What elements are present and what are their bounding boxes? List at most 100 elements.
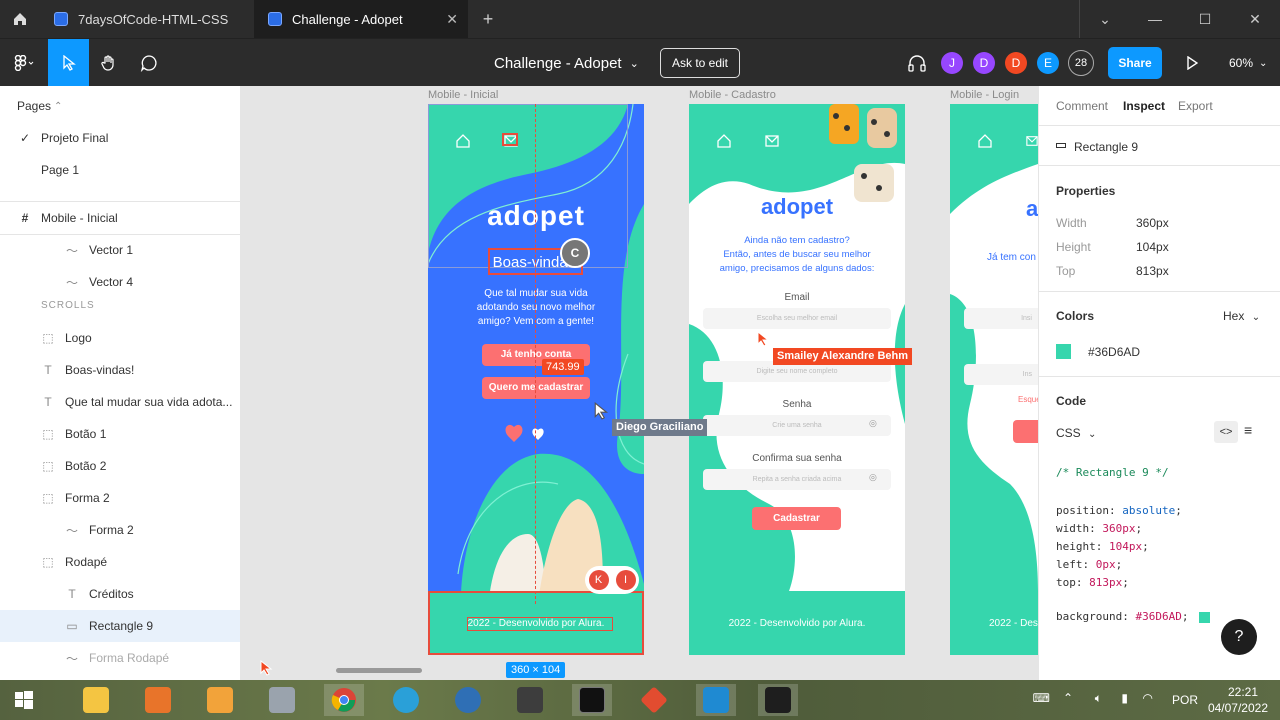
- design-canvas[interactable]: Mobile - Inicial Mobile - Cadastro Mobil…: [241, 86, 1038, 680]
- frame-label[interactable]: Mobile - Cadastro: [689, 89, 776, 101]
- divider: [1039, 376, 1280, 377]
- outlook-icon[interactable]: [200, 684, 240, 716]
- present-button[interactable]: [1180, 39, 1204, 87]
- code-language-select[interactable]: CSS ⌄: [1056, 426, 1096, 440]
- avatar: I: [615, 570, 636, 590]
- tab-7days[interactable]: 7daysOfCode-HTML-CSS: [40, 0, 254, 38]
- cursor-icon: [62, 55, 76, 71]
- comment-thread-pin[interactable]: K I: [585, 566, 639, 594]
- close-window-icon[interactable]: ✕: [1230, 0, 1280, 38]
- frame-mobile-cadastro[interactable]: adopet Ainda não tem cadastro? Então, an…: [689, 104, 905, 655]
- frame-mobile-login[interactable]: ado Já tem con Insi Ins Esque 2022 - Des: [950, 104, 1038, 655]
- document-title[interactable]: Challenge - Adopet ⌄: [494, 39, 639, 87]
- page-label: Projeto Final: [41, 131, 109, 145]
- calculator-icon[interactable]: [262, 684, 302, 716]
- layer-item[interactable]: T Que tal mudar sua vida adota...: [0, 386, 240, 418]
- home-icon[interactable]: [0, 0, 40, 38]
- tab-export[interactable]: Export: [1178, 99, 1213, 113]
- layer-item[interactable]: 〜 Forma Rodapé: [0, 642, 240, 674]
- ask-to-edit-button[interactable]: Ask to edit: [660, 48, 740, 78]
- rectangle-icon: [1056, 143, 1066, 148]
- layer-item[interactable]: 〜 Forma 2: [0, 514, 240, 546]
- sublime-text-icon[interactable]: [510, 684, 550, 716]
- browser-app-icon[interactable]: [448, 684, 488, 716]
- layer-item[interactable]: ⬚ Forma 2: [0, 482, 240, 514]
- horizontal-scrollbar[interactable]: [336, 668, 422, 673]
- wifi-icon[interactable]: ◠: [1143, 691, 1153, 705]
- chevron-up-icon[interactable]: ⌃: [1063, 691, 1073, 705]
- color-format-select[interactable]: Hex ⌄: [1223, 309, 1260, 323]
- edge-icon[interactable]: [386, 684, 426, 716]
- windows-taskbar: ⌨ ⌃ 🔈︎ ▮ ◠ POR 22:21 04/07/2022: [0, 680, 1280, 720]
- chrome-icon[interactable]: [324, 684, 364, 716]
- minimize-icon[interactable]: —: [1130, 0, 1180, 38]
- collaborator-count[interactable]: 28: [1068, 50, 1094, 76]
- page-item[interactable]: Page 1: [0, 154, 240, 186]
- chevron-down-icon[interactable]: ⌄: [1080, 0, 1130, 38]
- prop-value[interactable]: 813px: [1136, 264, 1169, 278]
- list-view-icon[interactable]: ≡: [1244, 422, 1252, 438]
- avatar[interactable]: D: [973, 52, 995, 74]
- audio-headphones-icon[interactable]: [904, 39, 930, 87]
- comment-pin[interactable]: C: [560, 238, 590, 268]
- play-icon: [1187, 56, 1198, 70]
- close-tab-icon[interactable]: ✕: [446, 11, 458, 28]
- git-icon[interactable]: [634, 684, 674, 716]
- frame-label[interactable]: Mobile - Inicial: [428, 89, 498, 101]
- window-controls: ⌄ — ☐ ✕: [1080, 0, 1280, 38]
- layer-frame[interactable]: # Mobile - Inicial: [0, 202, 240, 234]
- keyboard-icon[interactable]: ⌨: [1033, 691, 1050, 705]
- volume-icon[interactable]: 🔈︎: [1095, 691, 1102, 706]
- vscode-icon[interactable]: [696, 684, 736, 716]
- intro-line: amigo? Vem com a gente!: [477, 316, 595, 327]
- avatar[interactable]: E: [1037, 52, 1059, 74]
- clock-date[interactable]: 04/07/2022: [1208, 701, 1268, 715]
- color-swatch[interactable]: [1056, 344, 1071, 359]
- media-app-icon[interactable]: [138, 684, 178, 716]
- new-tab-button[interactable]: +: [468, 9, 508, 30]
- frame-label[interactable]: Mobile - Login: [950, 89, 1019, 101]
- figma-menu-button[interactable]: [0, 39, 48, 87]
- language-indicator[interactable]: POR: [1172, 693, 1198, 707]
- code-line: width: 360px;: [1056, 522, 1143, 535]
- layer-item[interactable]: ⬚ Botão 2: [0, 450, 240, 482]
- color-hex-value[interactable]: #36D6AD: [1088, 345, 1140, 359]
- windows-start-icon[interactable]: [4, 684, 44, 716]
- logo-text: ado: [1026, 196, 1038, 221]
- hand-tool-button[interactable]: [89, 39, 129, 87]
- layer-item[interactable]: ⬚ Rodapé: [0, 546, 240, 578]
- avatar[interactable]: D: [1005, 52, 1027, 74]
- page-item[interactable]: ✓ Projeto Final: [0, 122, 240, 154]
- move-tool-button[interactable]: [48, 39, 89, 87]
- avatar[interactable]: J: [941, 52, 963, 74]
- layer-item[interactable]: T Créditos: [0, 578, 240, 610]
- pages-header[interactable]: Pages ⌃: [0, 90, 240, 122]
- layer-item[interactable]: ▭ Rectangle 9: [0, 610, 240, 642]
- code-view-icon[interactable]: <>: [1214, 421, 1238, 443]
- prop-value[interactable]: 104px: [1136, 240, 1169, 254]
- layer-item[interactable]: 〜 Vector 4: [0, 266, 240, 298]
- code-value: absolute: [1122, 504, 1176, 517]
- help-button[interactable]: ?: [1221, 619, 1257, 655]
- comment-tool-button[interactable]: [129, 39, 169, 87]
- share-button[interactable]: Share: [1108, 47, 1162, 79]
- layer-item[interactable]: ⬚ Botão 1: [0, 418, 240, 450]
- clock-time[interactable]: 22:21: [1228, 685, 1258, 699]
- mail-selection-box: [502, 133, 518, 146]
- figma-app-icon[interactable]: [758, 684, 798, 716]
- layer-item[interactable]: T Boas-vindas!: [0, 354, 240, 386]
- code-prop: left: [1056, 558, 1083, 571]
- tab-challenge[interactable]: Challenge - Adopet ✕: [254, 0, 468, 38]
- zoom-control[interactable]: 60% ⌄: [1229, 39, 1267, 87]
- file-explorer-icon[interactable]: [76, 684, 116, 716]
- maximize-icon[interactable]: ☐: [1180, 0, 1230, 38]
- layer-item[interactable]: 〜 Vector 1: [0, 234, 240, 266]
- layer-label: Vector 1: [89, 243, 134, 257]
- prop-value[interactable]: 360px: [1136, 216, 1169, 230]
- battery-icon[interactable]: ▮: [1121, 691, 1128, 705]
- tab-comment[interactable]: Comment: [1056, 99, 1108, 113]
- terminal-icon[interactable]: [572, 684, 612, 716]
- tab-inspect[interactable]: Inspect: [1123, 99, 1165, 113]
- chevron-down-icon: ⌄: [629, 57, 639, 70]
- layer-item[interactable]: ⬚ Logo: [0, 322, 240, 354]
